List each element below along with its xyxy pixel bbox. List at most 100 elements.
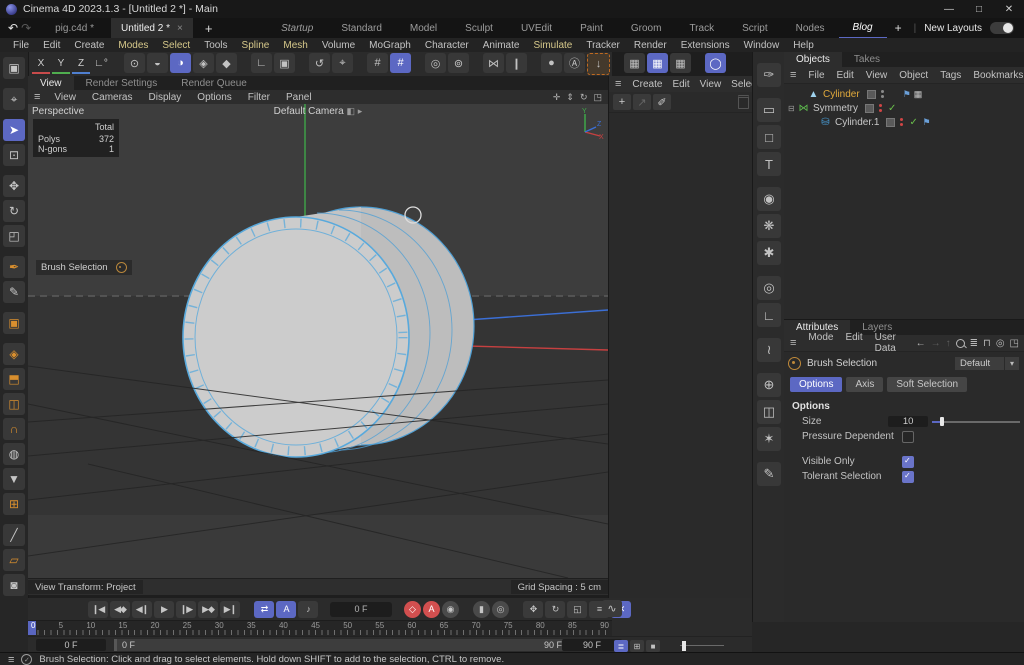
menu-render[interactable]: Render: [627, 40, 674, 51]
knife-tool-icon[interactable]: ╱: [3, 524, 25, 546]
timeline-grid-view-icon[interactable]: ⊞: [630, 640, 644, 652]
undo-icon[interactable]: ↶: [8, 21, 18, 35]
timeline-list-view-icon[interactable]: ≣: [614, 640, 628, 652]
vp-menu-cameras[interactable]: Cameras: [84, 92, 141, 103]
light-object-icon[interactable]: ✶: [757, 427, 781, 451]
texture-mode-icon[interactable]: ◆: [216, 53, 237, 73]
enable-axis-icon[interactable]: ∟: [251, 53, 272, 73]
goto-end-button[interactable]: ▶❙: [220, 601, 240, 618]
zoom-tool-icon[interactable]: ⌖: [3, 88, 25, 110]
current-frame-field[interactable]: 0 F: [330, 602, 392, 617]
texture-tag-icon[interactable]: ▦: [914, 89, 923, 100]
pick-material-button[interactable]: ✐: [653, 94, 671, 110]
menu-spline[interactable]: Spline: [235, 40, 277, 51]
primitive-cube-icon[interactable]: □: [757, 125, 781, 149]
snap-center-icon[interactable]: ⌖: [332, 53, 353, 73]
object-label[interactable]: Symmetry: [813, 103, 858, 114]
polygon-pen-icon[interactable]: ✒: [3, 256, 25, 278]
layout-uvedit[interactable]: UVEdit: [507, 18, 566, 38]
next-key-button[interactable]: ▶◆: [198, 601, 218, 618]
material-hamburger-icon[interactable]: ≡: [615, 78, 621, 90]
live-selection-icon[interactable]: ➤: [3, 119, 25, 141]
viewport-hamburger-icon[interactable]: ≡: [34, 91, 40, 103]
timeline-graph-icon[interactable]: ∿: [602, 600, 622, 617]
play-button[interactable]: ▶: [154, 601, 174, 618]
visibility-dots[interactable]: [900, 118, 903, 126]
menu-simulate[interactable]: Simulate: [526, 40, 579, 51]
cube-cut-icon[interactable]: ◫: [3, 393, 25, 415]
vp-menu-options[interactable]: Options: [189, 92, 239, 103]
new-document-button[interactable]: +: [205, 21, 213, 36]
menu-mesh[interactable]: Mesh: [276, 40, 314, 51]
timeline-zoom-handle[interactable]: [682, 641, 686, 651]
phong-tag-icon[interactable]: ⚑: [903, 89, 911, 100]
extrude-tool-icon[interactable]: ▣: [3, 312, 25, 334]
attr-menu-mode[interactable]: Mode: [802, 332, 839, 354]
attr-back-icon[interactable]: ←: [916, 338, 926, 349]
workplane-icon[interactable]: ▣: [274, 53, 295, 73]
symmetry-icon[interactable]: ⋈: [483, 53, 504, 73]
text-object-icon[interactable]: T: [757, 152, 781, 176]
tab-objects[interactable]: Objects: [784, 52, 842, 67]
rectangle-selection-icon[interactable]: ⊡: [3, 144, 25, 166]
render-picture-viewer-icon[interactable]: ▦: [647, 53, 668, 73]
weld-mask-icon[interactable]: ▼: [3, 468, 25, 490]
toggle-panel-icon[interactable]: ◳: [593, 92, 602, 103]
y-axis-lock-button[interactable]: Y: [52, 54, 70, 74]
coord-system-icon[interactable]: ↺: [309, 53, 330, 73]
close-tab-icon[interactable]: ×: [177, 23, 183, 34]
timeline-ruler[interactable]: 051015202530354045505560657075808590: [28, 620, 612, 636]
menu-help[interactable]: Help: [786, 40, 821, 51]
enabled-check-icon[interactable]: ✓: [909, 117, 919, 128]
layout-track[interactable]: Track: [675, 18, 728, 38]
attr-forward-icon[interactable]: →: [931, 338, 941, 349]
layout-sculpt[interactable]: Sculpt: [451, 18, 507, 38]
vp-menu-display[interactable]: Display: [141, 92, 190, 103]
menu-window[interactable]: Window: [737, 40, 787, 51]
layer-toggle[interactable]: [865, 104, 874, 113]
attr-target-icon[interactable]: ◎: [996, 338, 1005, 349]
generator-icon[interactable]: ✱: [757, 241, 781, 265]
doc-tab-pig-c4d[interactable]: pig.c4d *: [45, 18, 111, 38]
vp-menu-panel[interactable]: Panel: [278, 92, 320, 103]
om-menu-bookmarks[interactable]: Bookmarks: [967, 70, 1024, 81]
layout-startup[interactable]: Startup: [267, 18, 327, 38]
doc-tab-untitled-2[interactable]: Untitled 2 * ×: [111, 18, 193, 38]
redo-icon[interactable]: ↷: [21, 21, 31, 35]
spline-primitive-icon[interactable]: ▭: [757, 98, 781, 122]
soft-selection-icon[interactable]: ◍: [3, 443, 25, 465]
timeline-zoom-slider[interactable]: [680, 645, 724, 647]
bridge-tool-icon[interactable]: ∩: [3, 418, 25, 440]
delete-material-icon[interactable]: [738, 95, 749, 109]
enabled-check-icon[interactable]: ✓: [888, 103, 898, 114]
solo-icon[interactable]: ●: [541, 53, 562, 73]
attr-search-icon[interactable]: [956, 339, 965, 348]
edges-mode-icon[interactable]: ◒: [147, 53, 168, 73]
size-slider[interactable]: [932, 416, 1020, 427]
tolerant-selection-checkbox[interactable]: [902, 471, 914, 483]
layer-toggle[interactable]: [867, 90, 876, 99]
attr-hamburger-icon[interactable]: ≡: [790, 337, 796, 349]
camera-object-icon[interactable]: ◫: [757, 400, 781, 424]
volume-icon[interactable]: ◎: [757, 276, 781, 300]
z-axis-lock-button[interactable]: Z: [72, 54, 90, 74]
menu-edit[interactable]: Edit: [36, 40, 67, 51]
highlight-icon[interactable]: Ⓐ: [564, 53, 585, 73]
menu-tracker[interactable]: Tracker: [579, 40, 627, 51]
om-menu-tags[interactable]: Tags: [934, 70, 967, 81]
load-material-button[interactable]: ↗: [633, 94, 651, 110]
layout-model[interactable]: Model: [396, 18, 451, 38]
x-axis-lock-button[interactable]: X: [32, 54, 50, 74]
line-cut-icon[interactable]: ✎: [3, 281, 25, 303]
visible-only-checkbox[interactable]: [902, 456, 914, 468]
tab-render-queue[interactable]: Render Queue: [169, 76, 259, 90]
record-rotation-icon[interactable]: ↻: [545, 601, 565, 618]
render-view-icon[interactable]: ▦: [624, 53, 645, 73]
layout-blog[interactable]: Blog: [839, 17, 887, 39]
attr-tab-options[interactable]: Options: [790, 377, 842, 392]
preview-range-slider[interactable]: 0 F 90 F: [114, 639, 570, 651]
status-hamburger-icon[interactable]: ≡: [8, 654, 14, 665]
viewport-canvas[interactable]: Perspective Default Camera ◧ ▸ Y X Z Tot…: [28, 104, 608, 578]
record-keyframe-button[interactable]: ◇: [404, 601, 421, 618]
autokey-range-button[interactable]: A: [276, 601, 296, 618]
